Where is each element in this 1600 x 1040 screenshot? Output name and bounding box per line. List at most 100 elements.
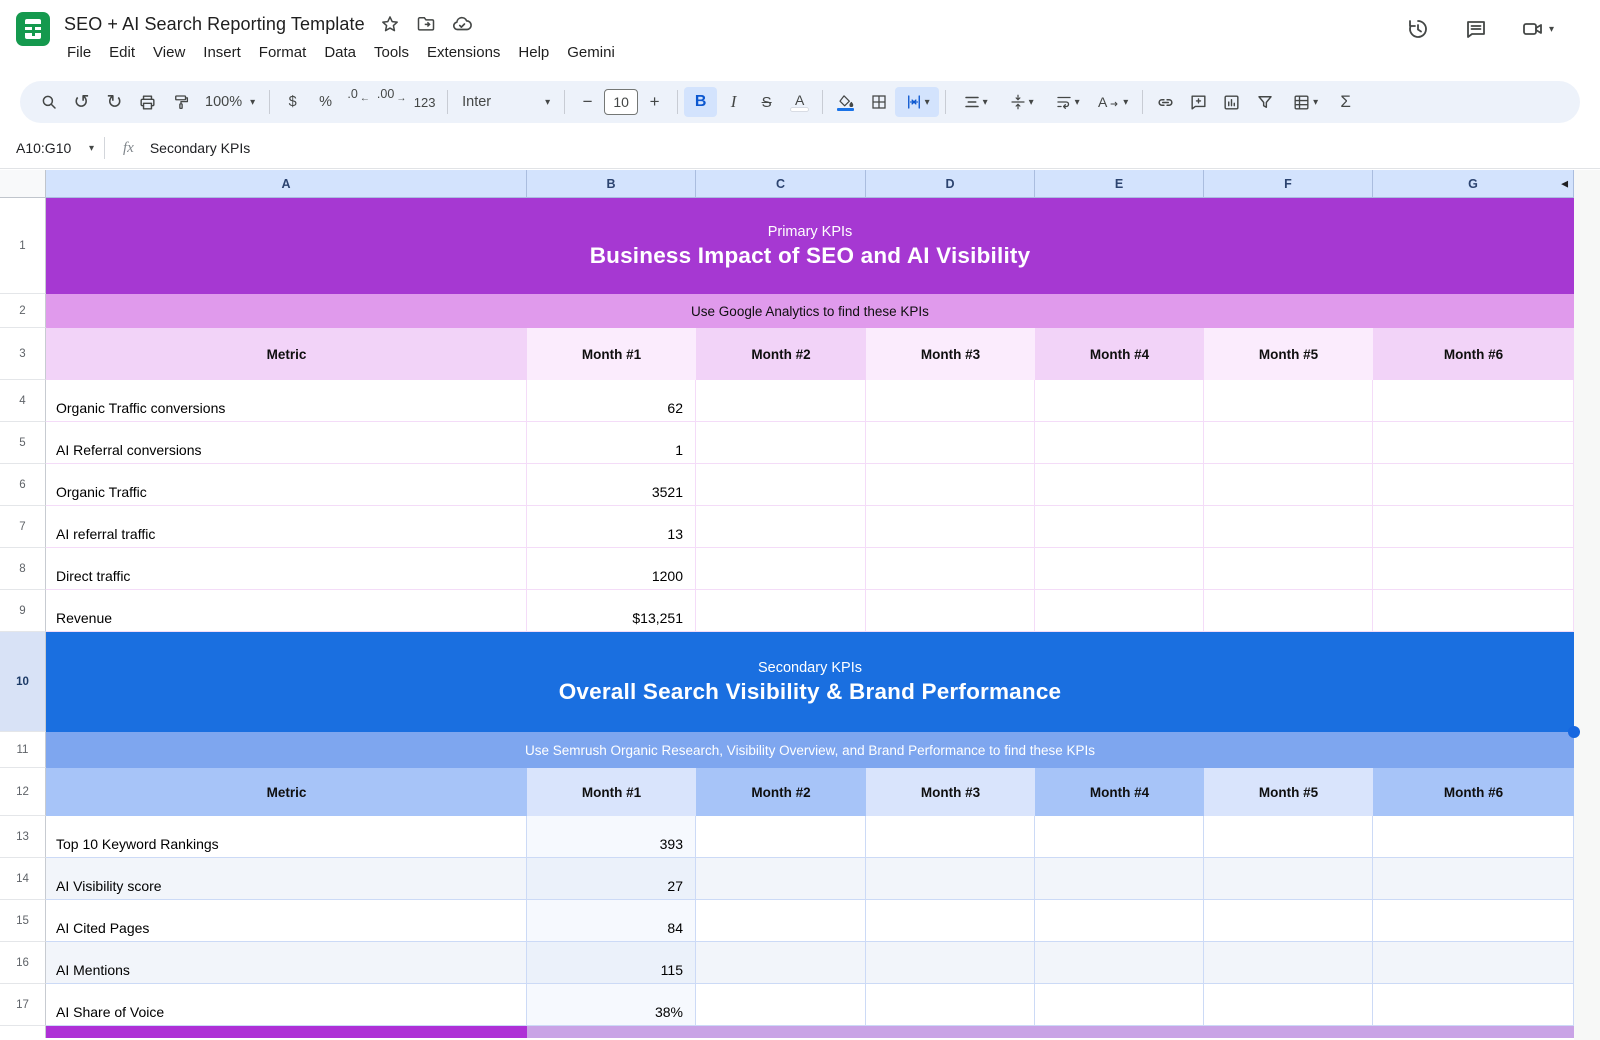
print-button[interactable]: [131, 87, 164, 117]
hidden-columns-icon[interactable]: ◀: [1561, 178, 1568, 189]
cell[interactable]: [1373, 548, 1574, 590]
text-wrap-button[interactable]: ▾: [1044, 87, 1090, 117]
value-cell[interactable]: 393: [527, 816, 696, 858]
value-cell[interactable]: 62: [527, 380, 696, 422]
cell[interactable]: [1204, 900, 1373, 942]
row-header-13[interactable]: 13: [0, 816, 46, 858]
row-header-9[interactable]: 9: [0, 590, 46, 632]
secondary-header-metric[interactable]: Metric: [46, 768, 527, 816]
zoom-select[interactable]: 100%▾: [197, 87, 263, 117]
format-currency-button[interactable]: $: [276, 87, 309, 117]
menu-extensions[interactable]: Extensions: [418, 41, 509, 64]
cell[interactable]: [696, 464, 866, 506]
cell[interactable]: [866, 942, 1035, 984]
search-button[interactable]: [32, 87, 65, 117]
primary-header-month4[interactable]: Month #4: [1035, 328, 1204, 380]
font-family-select[interactable]: Inter▾: [454, 87, 558, 117]
secondary-header-month5[interactable]: Month #5: [1204, 768, 1373, 816]
create-filter-button[interactable]: [1248, 87, 1281, 117]
cell[interactable]: [866, 858, 1035, 900]
cell[interactable]: [696, 858, 866, 900]
primary-header-month3[interactable]: Month #3: [866, 328, 1035, 380]
cell[interactable]: [696, 900, 866, 942]
decrease-decimal-button[interactable]: .0←: [342, 87, 375, 117]
redo-button[interactable]: ↻: [98, 87, 131, 117]
value-cell[interactable]: 3521: [527, 464, 696, 506]
row-header-16[interactable]: 16: [0, 942, 46, 984]
metric-cell[interactable]: AI Share of Voice: [46, 984, 527, 1026]
cell[interactable]: [1373, 590, 1574, 632]
primary-header-month6[interactable]: Month #6: [1373, 328, 1574, 380]
formula-input[interactable]: Secondary KPIs: [150, 140, 250, 156]
more-formats-button[interactable]: 123: [408, 87, 441, 117]
cell[interactable]: [696, 506, 866, 548]
row-header-5[interactable]: 5: [0, 422, 46, 464]
secondary-header-month3[interactable]: Month #3: [866, 768, 1035, 816]
cell[interactable]: [1204, 464, 1373, 506]
secondary-header-month6[interactable]: Month #6: [1373, 768, 1574, 816]
cell[interactable]: [1204, 816, 1373, 858]
vertical-align-button[interactable]: ▾: [998, 87, 1044, 117]
cell[interactable]: [1204, 422, 1373, 464]
document-title[interactable]: SEO + AI Search Reporting Template: [64, 14, 365, 35]
select-all-corner[interactable]: [0, 170, 46, 198]
column-header-g[interactable]: G ◀: [1373, 170, 1574, 198]
primary-note-cell[interactable]: Use Google Analytics to find these KPIs: [46, 294, 1574, 328]
value-cell[interactable]: $13,251: [527, 590, 696, 632]
cell[interactable]: [1373, 858, 1574, 900]
row-header-2[interactable]: 2: [0, 294, 46, 328]
bold-button[interactable]: B: [684, 87, 717, 117]
functions-button[interactable]: Σ: [1329, 87, 1362, 117]
menu-insert[interactable]: Insert: [194, 41, 250, 64]
star-icon[interactable]: [379, 13, 401, 35]
name-box[interactable]: A10:G10 ▾: [0, 140, 104, 156]
cell[interactable]: [866, 816, 1035, 858]
text-rotation-button[interactable]: A ▾: [1090, 87, 1136, 117]
column-header-c[interactable]: C: [696, 170, 866, 198]
column-header-b[interactable]: B: [527, 170, 696, 198]
menu-help[interactable]: Help: [509, 41, 558, 64]
cell[interactable]: [1035, 590, 1204, 632]
fill-color-button[interactable]: [829, 87, 862, 117]
selection-fill-handle[interactable]: [1568, 726, 1580, 738]
cell[interactable]: [696, 422, 866, 464]
cell[interactable]: [1373, 380, 1574, 422]
cell[interactable]: [1035, 942, 1204, 984]
increase-font-size-button[interactable]: +: [638, 87, 671, 117]
menu-data[interactable]: Data: [315, 41, 365, 64]
decrease-font-size-button[interactable]: −: [571, 87, 604, 117]
cell[interactable]: [1035, 506, 1204, 548]
cell[interactable]: [866, 984, 1035, 1026]
cell[interactable]: [1204, 590, 1373, 632]
metric-cell[interactable]: Organic Traffic conversions: [46, 380, 527, 422]
table-views-button[interactable]: ▾: [1281, 87, 1329, 117]
menu-gemini[interactable]: Gemini: [558, 41, 624, 64]
cell[interactable]: [866, 900, 1035, 942]
column-header-e[interactable]: E: [1035, 170, 1204, 198]
value-cell[interactable]: 1: [527, 422, 696, 464]
cell[interactable]: [866, 380, 1035, 422]
row-header-1[interactable]: 1: [0, 198, 46, 294]
value-cell[interactable]: 38%: [527, 984, 696, 1026]
cell[interactable]: [866, 590, 1035, 632]
cell[interactable]: [1035, 816, 1204, 858]
undo-button[interactable]: ↺: [65, 87, 98, 117]
paint-format-button[interactable]: [164, 87, 197, 117]
comments-icon[interactable]: [1463, 16, 1489, 42]
cell[interactable]: [1035, 900, 1204, 942]
secondary-header-month2[interactable]: Month #2: [696, 768, 866, 816]
sheets-logo-icon[interactable]: [16, 12, 50, 46]
cell[interactable]: [1204, 942, 1373, 984]
primary-header-metric[interactable]: Metric: [46, 328, 527, 380]
value-cell[interactable]: 13: [527, 506, 696, 548]
cell[interactable]: [696, 548, 866, 590]
metric-cell[interactable]: Top 10 Keyword Rankings: [46, 816, 527, 858]
value-cell[interactable]: 84: [527, 900, 696, 942]
cell[interactable]: [1204, 506, 1373, 548]
row-header-12[interactable]: 12: [0, 768, 46, 816]
row-header-14[interactable]: 14: [0, 858, 46, 900]
primary-header-month5[interactable]: Month #5: [1204, 328, 1373, 380]
borders-button[interactable]: [862, 87, 895, 117]
next-section-cell-a[interactable]: [46, 1026, 527, 1038]
increase-decimal-button[interactable]: .00→: [375, 87, 408, 117]
